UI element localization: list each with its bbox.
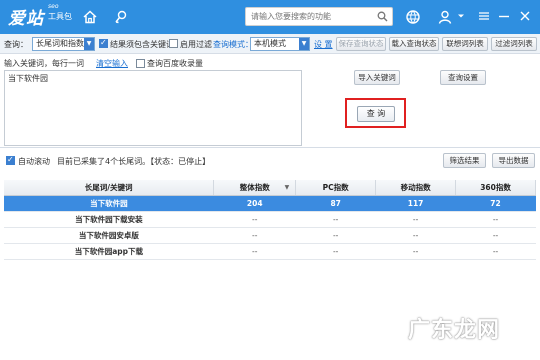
enable-filter-checkbox[interactable] xyxy=(169,39,178,48)
tools-icon[interactable] xyxy=(113,9,129,25)
cell-360: -- xyxy=(455,227,536,244)
chevron-down-icon[interactable]: ▼ xyxy=(84,38,94,50)
column-header-overall-label: 整体指数 xyxy=(239,182,270,192)
auto-scroll-checkbox[interactable] xyxy=(6,155,15,165)
cell-overall: 204 xyxy=(213,195,296,212)
chevron-down-icon[interactable]: ▼ xyxy=(299,38,309,50)
cell-overall: -- xyxy=(213,227,296,244)
export-data-button[interactable]: 导出数据 xyxy=(492,153,535,168)
cell-keyword: 当下软件园app下载 xyxy=(4,243,214,260)
results-table: 长尾词/关键词 整体指数 ▼ PC指数 移动指数 360指数 当下软件园 204 … xyxy=(4,180,536,260)
query-mode-value: 本机模式 xyxy=(254,39,286,48)
baidu-index-label: 查询百度收录量 xyxy=(147,59,203,68)
baidu-index-checkbox[interactable] xyxy=(136,59,145,68)
cell-pc: -- xyxy=(295,243,376,260)
input-hint: 输入关键词，每行一词 xyxy=(4,59,84,68)
status-message: 目前已采集了4个长尾词。【状态：已停止】 xyxy=(57,157,211,166)
query-mode-select[interactable]: 本机模式 ▼ xyxy=(250,37,310,51)
column-header-mobile-index[interactable]: 移动指数 xyxy=(375,180,457,196)
cell-overall: -- xyxy=(213,243,296,260)
cell-mobile: 117 xyxy=(375,195,456,212)
minimize-icon[interactable] xyxy=(498,10,510,22)
menu-icon[interactable] xyxy=(478,10,490,22)
sort-desc-icon[interactable]: ▼ xyxy=(285,184,290,191)
home-icon[interactable] xyxy=(82,9,98,25)
filter-words-button[interactable]: 过滤词列表 xyxy=(491,37,537,51)
enable-filter-label: 启用过滤 xyxy=(180,40,212,49)
cell-pc: -- xyxy=(295,211,376,228)
cell-keyword: 当下软件园 xyxy=(4,195,214,212)
save-state-button[interactable]: 保存查询状态 xyxy=(336,37,386,51)
input-hint-row: 输入关键词，每行一词 清空输入 查询百度收录量 xyxy=(0,55,330,69)
query-type-label: 查询： xyxy=(4,40,28,49)
cell-360: -- xyxy=(455,243,536,260)
column-header-360-index[interactable]: 360指数 xyxy=(455,180,536,196)
query-type-select[interactable]: 长尾词和指数 ▼ xyxy=(32,37,95,51)
cell-pc: 87 xyxy=(295,195,376,212)
user-icon[interactable] xyxy=(437,9,453,25)
table-row[interactable]: 当下软件园安卓版 -- -- -- -- xyxy=(4,227,536,244)
query-button[interactable]: 查 询 xyxy=(357,106,395,122)
search-icon[interactable] xyxy=(377,11,388,22)
cell-keyword: 当下软件园下载安装 xyxy=(4,211,214,228)
cell-pc: -- xyxy=(295,227,376,244)
cell-mobile: -- xyxy=(375,227,456,244)
related-words-button[interactable]: 联想词列表 xyxy=(442,37,488,51)
function-search[interactable] xyxy=(245,7,393,26)
keyword-text: 当下软件园 xyxy=(8,74,48,83)
cell-mobile: -- xyxy=(375,243,456,260)
table-row[interactable]: 当下软件园 204 87 117 72 xyxy=(4,195,536,212)
app-logo-seo: seo xyxy=(48,3,59,10)
column-header-pc-index[interactable]: PC指数 xyxy=(295,180,377,196)
skin-palette-icon[interactable] xyxy=(405,9,421,25)
cell-mobile: -- xyxy=(375,211,456,228)
contains-keyword-label: 结果须包含关键词 xyxy=(110,40,174,49)
settings-link[interactable]: 设 置 xyxy=(314,39,333,50)
user-dropdown-icon[interactable] xyxy=(457,12,465,20)
import-keywords-button[interactable]: 导入关键词 xyxy=(354,70,400,85)
keyword-textarea[interactable]: 当下软件园 xyxy=(4,70,302,146)
query-type-value: 长尾词和指数 xyxy=(36,39,84,48)
table-row[interactable]: 当下软件园下载安装 -- -- -- -- xyxy=(4,211,536,228)
query-mode-label: 查询模式： xyxy=(213,40,253,49)
table-row[interactable]: 当下软件园app下载 -- -- -- -- xyxy=(4,243,536,260)
cell-keyword: 当下软件园安卓版 xyxy=(4,227,214,244)
cell-360: -- xyxy=(455,211,536,228)
status-row: 自动滚动 目前已采集了4个长尾词。【状态：已停止】 筛选结果 导出数据 xyxy=(0,149,540,171)
load-state-button[interactable]: 载入查询状态 xyxy=(389,37,439,51)
options-bar: 查询： 长尾词和指数 ▼ 结果须包含关键词 启用过滤 查询模式： 本机模式 ▼ … xyxy=(0,34,540,54)
column-header-keyword[interactable]: 长尾词/关键词 xyxy=(4,180,215,196)
close-icon[interactable] xyxy=(519,10,531,22)
app-logo-sub: 工具包 xyxy=(48,12,72,21)
cell-360: 72 xyxy=(455,195,536,212)
clear-input-link[interactable]: 清空输入 xyxy=(96,58,128,69)
table-header-row: 长尾词/关键词 整体指数 ▼ PC指数 移动指数 360指数 xyxy=(4,180,536,196)
app-logo: 爱站 xyxy=(8,9,44,29)
function-search-input[interactable] xyxy=(246,8,374,25)
cell-overall: -- xyxy=(213,211,296,228)
divider xyxy=(0,147,540,148)
watermark: 广东龙网 xyxy=(408,318,501,343)
contains-keyword-checkbox[interactable] xyxy=(99,38,108,48)
filter-results-button[interactable]: 筛选结果 xyxy=(443,153,486,168)
title-bar: 爱站 seo 工具包 xyxy=(0,0,540,34)
auto-scroll-label: 自动滚动 xyxy=(18,157,50,166)
query-settings-button[interactable]: 查询设置 xyxy=(440,70,486,85)
column-header-overall-index[interactable]: 整体指数 ▼ xyxy=(213,180,297,196)
